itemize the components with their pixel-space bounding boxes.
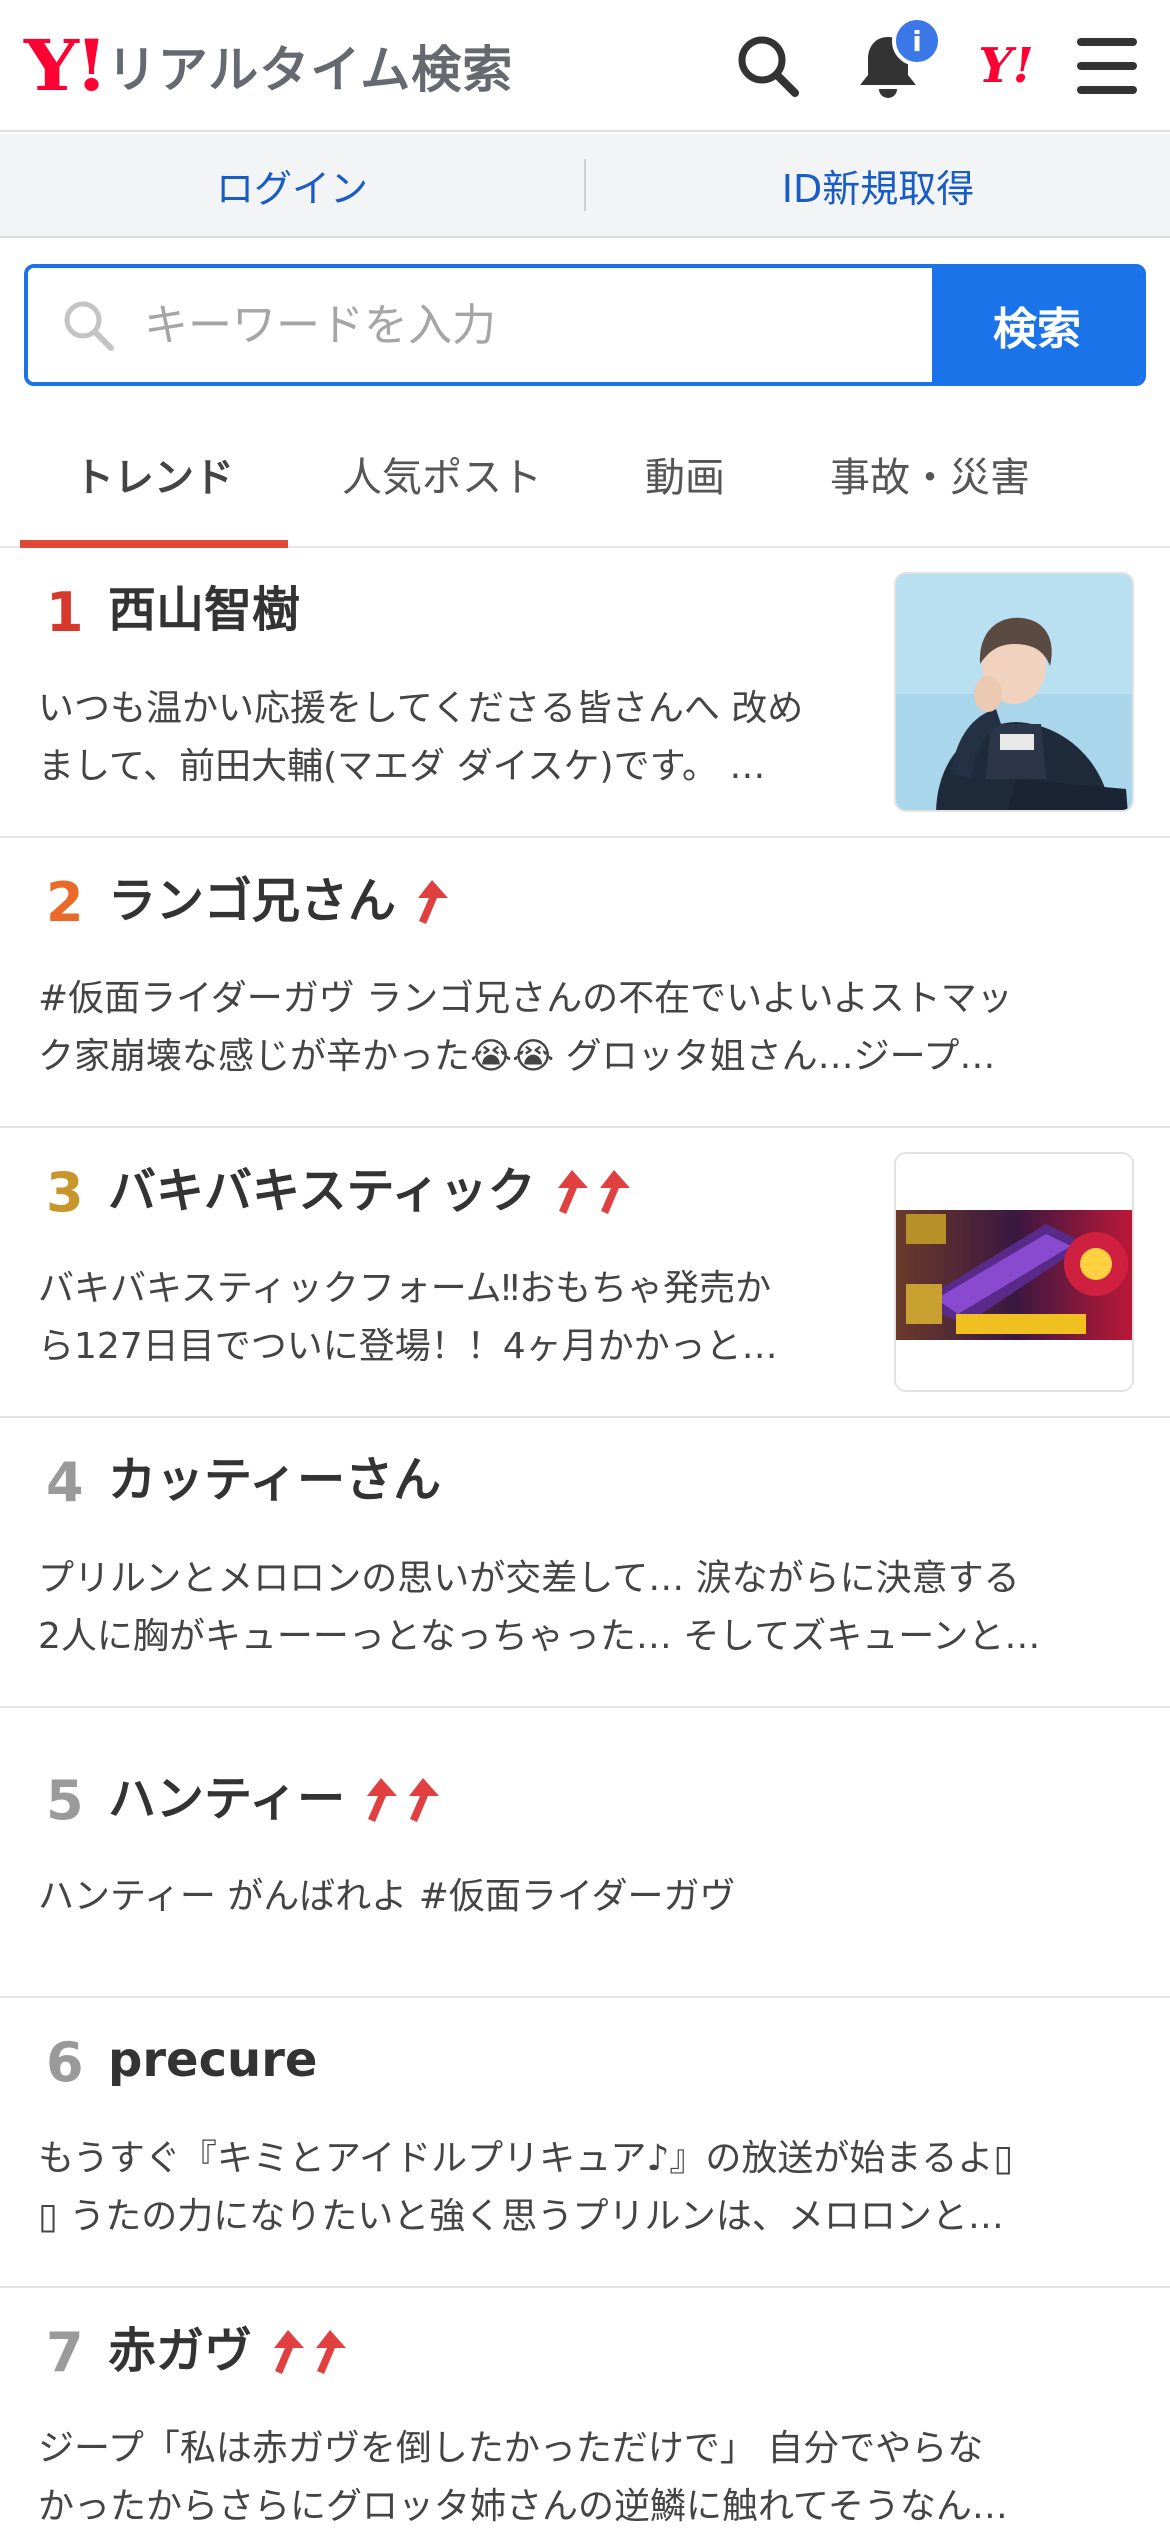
trend-title: 西山智樹 — [108, 582, 301, 638]
search-field — [28, 268, 932, 382]
trend-title: 赤ガヴ — [108, 2323, 253, 2379]
rank-number: 2 — [46, 871, 84, 934]
trend-description-line: ▯ うたの力になりたいと強く思うプリルンは、メロロンと… — [38, 2196, 1004, 2237]
trend-item[interactable]: 4 カッティーさん プリルンとメロロンの思いが交差して… 涙ながらに決意する 2… — [0, 1418, 1170, 1708]
trend-description-line: 2人に胸がキューーっとなっちゃった… そしてズキューンと… — [38, 1616, 1041, 1657]
trend-title-row: ランゴ兄さん — [108, 876, 452, 926]
trend-item[interactable]: 7 赤ガヴ ジープ「私は赤ガヴを倒したかっただけで」 自分でやらな かったからさ… — [0, 2288, 1170, 2532]
trend-item[interactable]: 6 precure もうすぐ『キミとアイドルプリキュア♪』の放送が始まるよ▯ ▯… — [0, 1998, 1170, 2288]
rising-indicator — [359, 1774, 443, 1824]
trend-title-row: カッティーさん — [108, 1456, 441, 1504]
yahoo-realtime-logo[interactable]: Y! リアルタイム検索 — [24, 28, 513, 104]
signup-link[interactable]: ID新規取得 — [586, 134, 1170, 236]
trend-description: プリルンとメロロンの思いが交差して… 涙ながらに決意する 2人に胸がキューーっと… — [38, 1550, 1148, 1666]
trend-title: バキバキスティック — [108, 1163, 536, 1219]
rising-indicator — [410, 876, 452, 926]
rising-arrow-icon — [599, 1170, 630, 1214]
trend-description-line: ら127日目でついに登場！！4ヶ月かかっと… — [38, 1326, 778, 1367]
trend-description-line: #仮面ライダーガヴ ランゴ兄さんの不在でいよいよストマッ — [38, 978, 1013, 1019]
search-form: 検索 — [24, 264, 1146, 386]
tab-popular-posts[interactable]: 人気ポスト — [320, 404, 564, 544]
trend-description-line: まして、前田大輔(マエダ ダイスケ)です。 … — [38, 746, 766, 787]
trend-description: いつも温かい応援をしてくださる皆さんへ 改め まして、前田大輔(マエダ ダイスケ… — [38, 680, 858, 796]
trend-description: ジープ「私は赤ガヴを倒したかっただけで」 自分でやらな かったからさらにグロッタ… — [38, 2420, 1148, 2532]
rising-arrow-icon — [274, 2330, 305, 2374]
yahoo-mark: Y! — [978, 38, 1034, 94]
account-bar: ログイン ID新規取得 — [0, 134, 1170, 238]
search-button[interactable]: 検索 — [932, 268, 1142, 382]
trend-description-line: ハンティー がんばれよ #仮面ライダーガヴ — [38, 1876, 736, 1917]
trend-item[interactable]: 2 ランゴ兄さん #仮面ライダーガヴ ランゴ兄さんの不在でいよいよストマッ ク家… — [0, 838, 1170, 1128]
trend-description-line: ク家崩壊な感じが辛かった😭😭 グロッタ姐さん…ジープ… — [38, 1036, 996, 1077]
rising-arrow-icon — [316, 2330, 347, 2374]
trend-title-row: 赤ガヴ — [108, 2326, 350, 2376]
yahoo-logo-mark: Y! — [24, 24, 108, 107]
category-tabs: トレンド 人気ポスト 動画 事故・災害 — [0, 404, 1170, 548]
login-link[interactable]: ログイン — [0, 134, 584, 236]
trend-description-line: プリルンとメロロンの思いが交差して… 涙ながらに決意する — [38, 1558, 1020, 1599]
trend-description-line: バキバキスティックフォーム‼︎おもちゃ発売か — [38, 1268, 772, 1309]
trend-item[interactable]: 1 西山智樹 いつも温かい応援をしてくださる皆さんへ 改め まして、前田大輔(マ… — [0, 548, 1170, 838]
tab-trend[interactable]: トレンド — [20, 404, 288, 548]
trend-description: もうすぐ『キミとアイドルプリキュア♪』の放送が始まるよ▯ ▯ うたの力になりたい… — [38, 2130, 1148, 2246]
trend-item[interactable]: 3 バキバキスティック バキバキスティックフォーム‼︎おもちゃ発売か ら127日… — [0, 1128, 1170, 1418]
trend-title: ハンティー — [108, 1771, 346, 1827]
trend-description-line: いつも温かい応援をしてくださる皆さんへ 改め — [38, 688, 804, 729]
rising-arrow-icon — [418, 880, 449, 924]
toy-package-photo-image — [896, 1154, 1132, 1390]
tab-videos[interactable]: 動画 — [620, 404, 750, 544]
notification-badge: i — [892, 16, 942, 66]
search-icon[interactable] — [732, 30, 804, 102]
trend-thumbnail[interactable] — [894, 572, 1134, 812]
hamburger-menu-icon[interactable] — [1070, 32, 1144, 100]
trend-title-row: precure — [108, 2036, 317, 2084]
yahoo-home-icon[interactable]: Y! — [966, 34, 1046, 98]
trend-description-line: もうすぐ『キミとアイドルプリキュア♪』の放送が始まるよ▯ — [38, 2138, 1014, 2179]
site-title: リアルタイム検索 — [106, 41, 514, 99]
rising-indicator — [550, 1166, 634, 1216]
app-header: Y! リアルタイム検索 i Y! — [0, 0, 1170, 132]
trend-description: #仮面ライダーガヴ ランゴ兄さんの不在でいよいよストマッ ク家崩壊な感じが辛かっ… — [38, 970, 1148, 1086]
trend-thumbnail[interactable] — [894, 1152, 1134, 1392]
trend-title-row: 西山智樹 — [108, 586, 300, 634]
trend-title-row: ハンティー — [108, 1774, 443, 1824]
trend-title: ランゴ兄さん — [108, 873, 397, 929]
rank-number: 7 — [46, 2321, 84, 2384]
trend-description-line: ジープ「私は赤ガヴを倒したかっただけで」 自分でやらな — [38, 2428, 984, 2469]
rank-number: 1 — [46, 581, 84, 644]
rank-number: 3 — [46, 1161, 84, 1224]
trend-description: ハンティー がんばれよ #仮面ライダーガヴ — [38, 1868, 1148, 1926]
trend-title-row: バキバキスティック — [108, 1166, 634, 1216]
rank-number: 6 — [46, 2031, 84, 2094]
rank-number: 5 — [46, 1769, 84, 1832]
search-icon — [58, 295, 118, 355]
trend-description: バキバキスティックフォーム‼︎おもちゃ発売か ら127日目でついに登場！！4ヶ月… — [38, 1260, 858, 1376]
rank-number: 4 — [46, 1451, 84, 1514]
trend-title: precure — [108, 2032, 318, 2088]
portrait-photo-image — [896, 574, 1132, 810]
rising-arrow-icon — [367, 1778, 398, 1822]
trend-description-line: かったからさらにグロッタ姉さんの逆鱗に触れてそうなん… — [38, 2486, 1008, 2527]
trend-title: カッティーさん — [108, 1452, 442, 1508]
rising-indicator — [266, 2326, 350, 2376]
search-input[interactable] — [144, 299, 844, 351]
trend-item[interactable]: 5 ハンティー ハンティー がんばれよ #仮面ライダーガヴ — [0, 1708, 1170, 1998]
rising-arrow-icon — [409, 1778, 440, 1822]
tab-accidents-disasters[interactable]: 事故・災害 — [806, 404, 1054, 544]
rising-arrow-icon — [557, 1170, 588, 1214]
